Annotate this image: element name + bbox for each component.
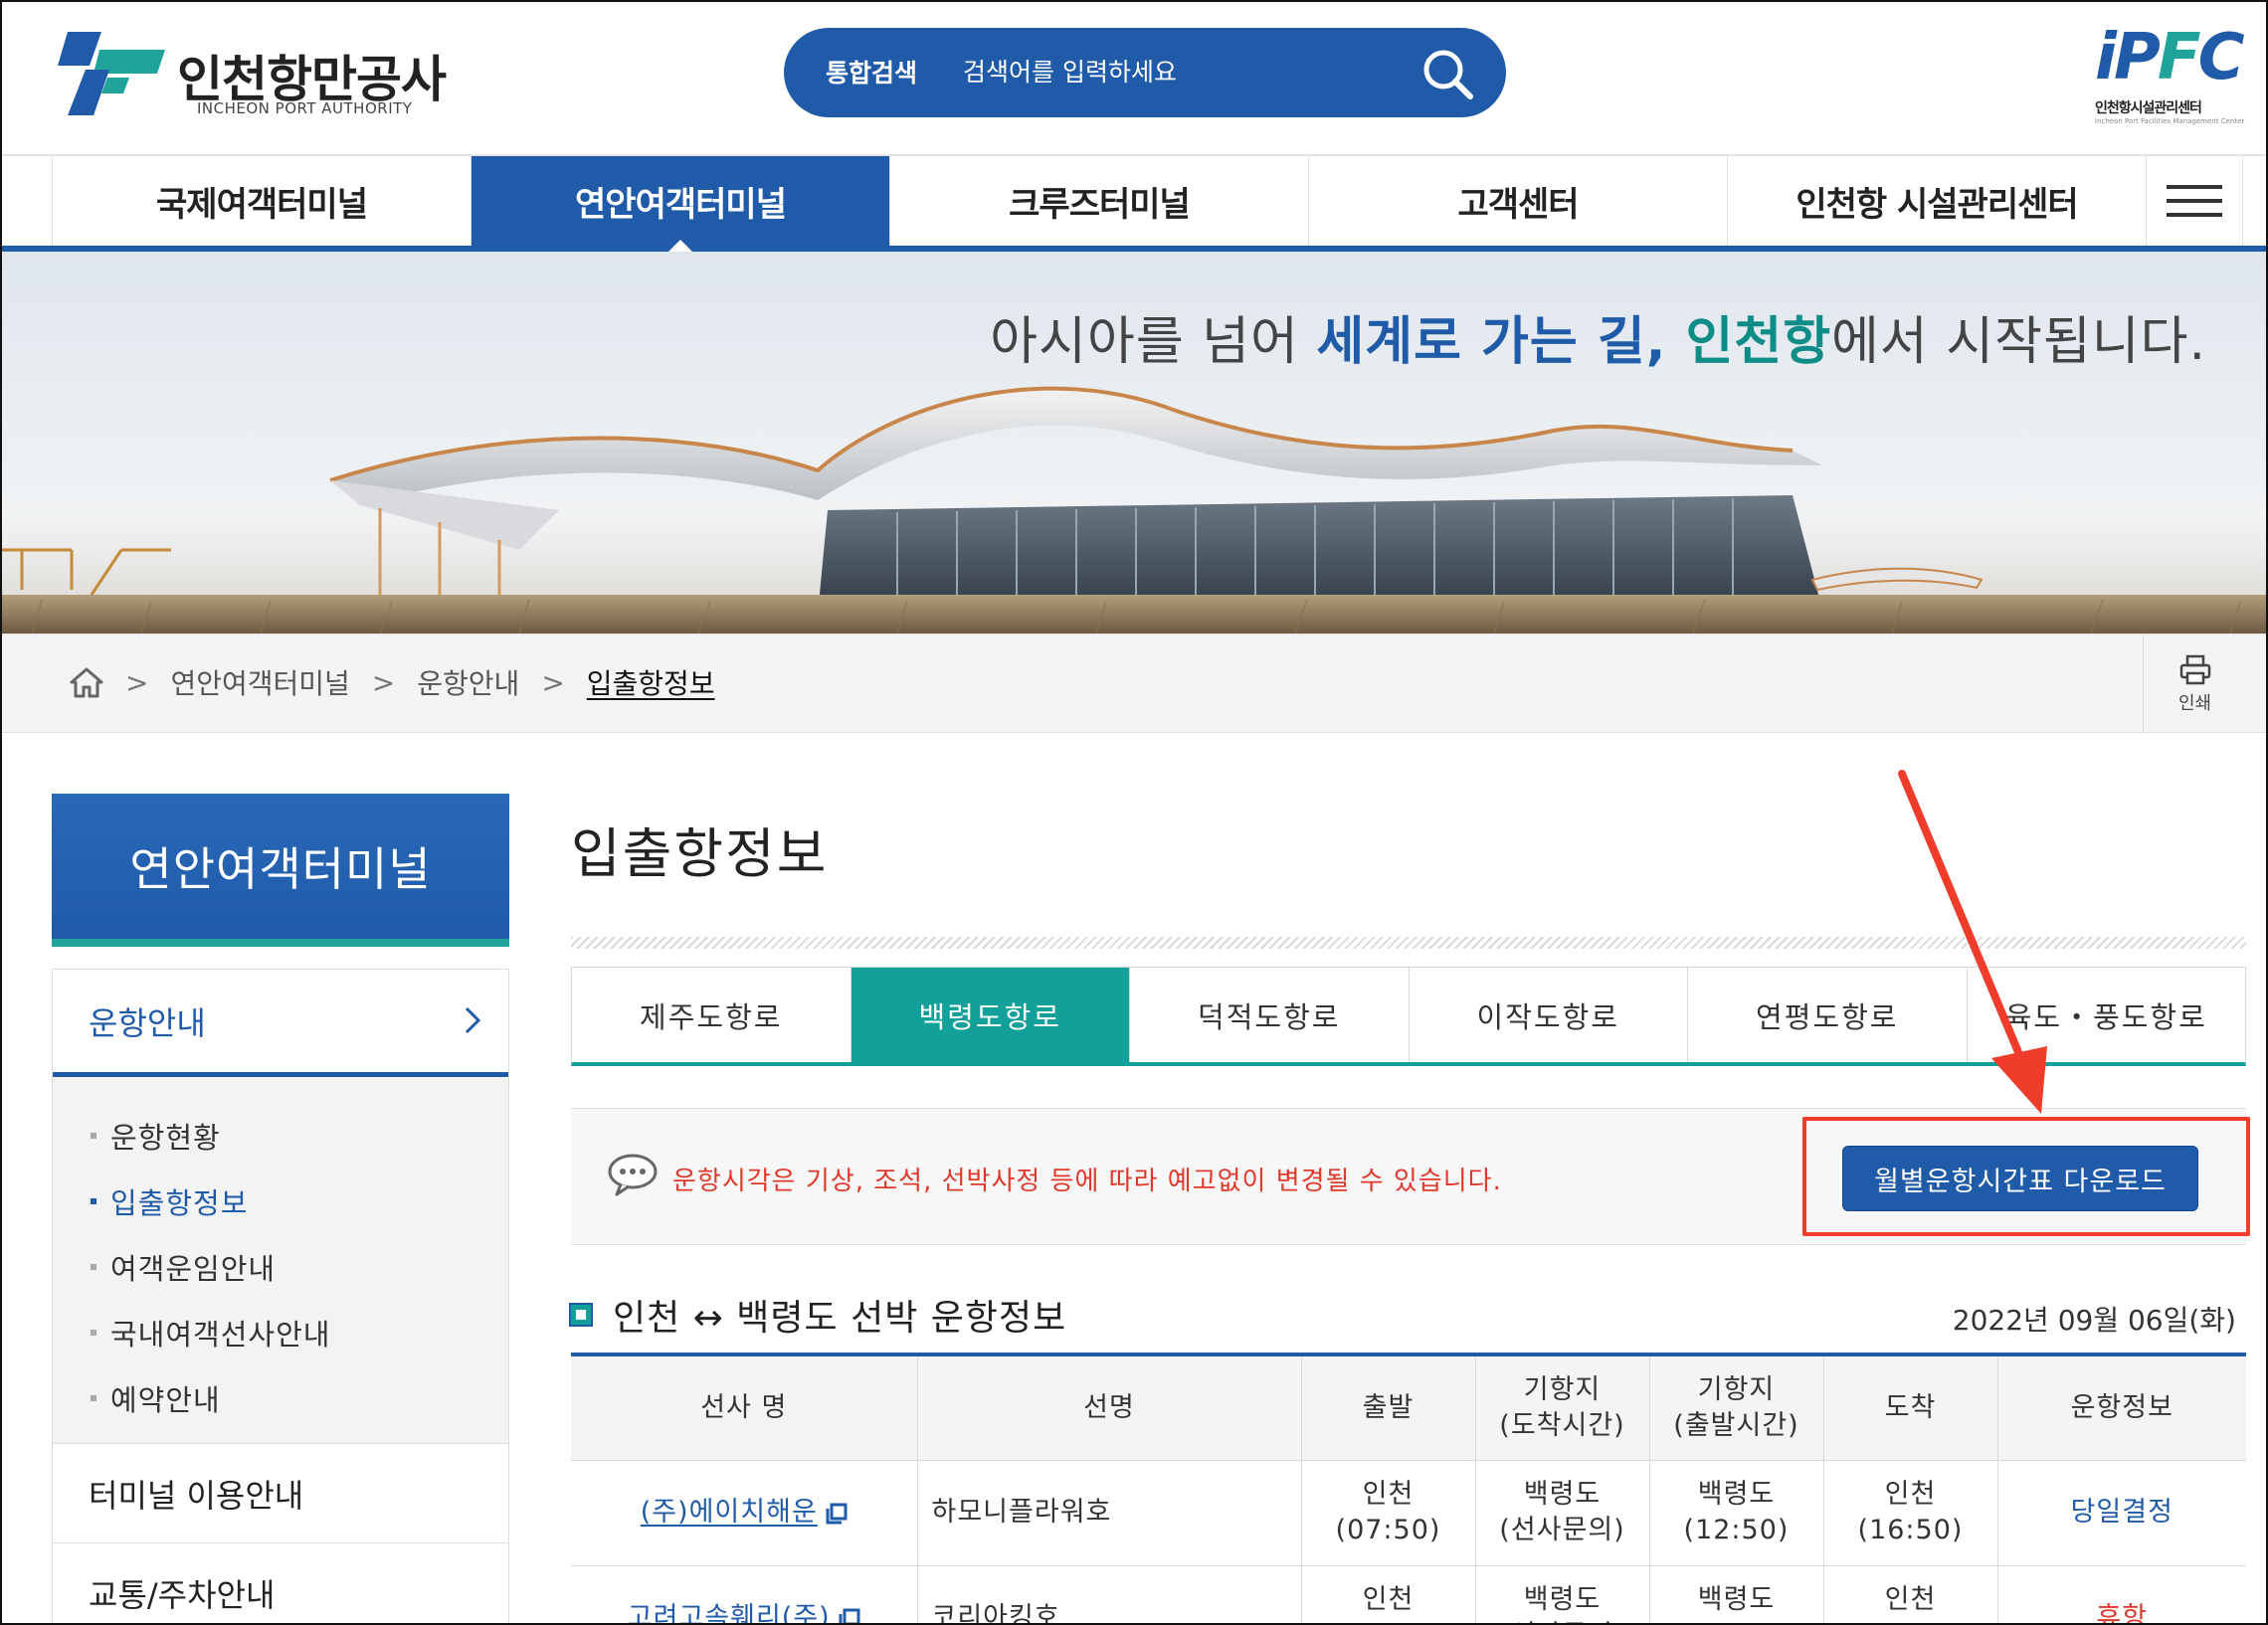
nav-item-coastal-terminal[interactable]: 연안여객터미널 [471,156,889,252]
sidebar-menu: 운항안내 운항현황 입출항정보 여객운임안내 국내여객선사안내 예약안내 터미널… [52,969,509,1623]
ipfc-logo-text: iPFC [2095,21,2245,94]
ipa-logo[interactable]: 인천항만공사 INCHEON PORT AUTHORITY [50,26,468,121]
annotation-highlight-box [1802,1117,2250,1236]
col-header-company: 선사 명 [571,1354,918,1461]
print-label: 인쇄 [2177,693,2212,714]
nav-item-cruise-terminal[interactable]: 크루즈터미널 [889,156,1308,246]
menu-button[interactable] [2146,156,2243,246]
ipfc-logo-sub: 인천항시설관리센터 [2095,100,2202,116]
hero-banner: 아시아를 넘어 세계로 가는 길, 인천항에서 시작됩니다. [2,252,2266,633]
arrive-time: 인천 (16:50) [1822,1459,1998,1566]
table-row: (주)에이치해운 하모니플라워호 인천 (07:50) 백령도 (선사문의) 백… [571,1459,2246,1566]
depart-time: 인천 (07:50) [1300,1459,1476,1566]
schedule-table: 선사 명 선명 출발 기항지 (도착시간) 기항지 (출발시간) 도착 운항정보… [571,1353,2246,1623]
logo-sub: INCHEON PORT AUTHORITY [197,99,413,117]
section-bullet-icon [569,1303,593,1327]
stop-arrive-time: 백령도 (선사문의) [1474,1564,1650,1623]
stop-arrive-time: 백령도 (선사문의) [1474,1459,1650,1566]
page-frame: 인천항만공사 INCHEON PORT AUTHORITY 통합검색 iPFC … [0,0,2268,1625]
chevron-right-icon: > [125,665,149,699]
sidebar-item-transport-parking[interactable]: 교통/주차안내 [53,1542,508,1623]
col-header-depart: 출발 [1300,1354,1476,1461]
search-button[interactable] [1418,45,1476,102]
page-title: 입출항정보 [571,822,829,885]
tab-jeju-route[interactable]: 제주도항로 [572,968,851,1062]
schedule-date: 2022년 09월 06일(화) [1952,1304,2236,1337]
notice-text: 운항시각은 기상, 조석, 선박사정 등에 따라 예고없이 변경될 수 있습니다… [672,1167,1502,1196]
ipfc-logo-sub-en: Incheon Port Facilities Management Cente… [2095,117,2245,125]
ship-name: 코리아킹호 [916,1564,1302,1623]
home-icon[interactable] [70,666,103,698]
search-label: 통합검색 [826,59,918,88]
sidebar-item-terminal-guide[interactable]: 터미널 이용안내 [53,1443,508,1542]
nav-item-customer-center[interactable]: 고객센터 [1308,156,1727,246]
route-tabs: 제주도항로 백령도항로 덕적도항로 이작도항로 연평도항로 육도・풍도항로 [571,967,2246,1066]
tab-baengnyeong-route[interactable]: 백령도항로 [850,968,1130,1062]
chevron-right-icon: > [541,665,565,699]
chevron-right-icon [465,1006,481,1034]
banner-slogan: 아시아를 넘어 세계로 가는 길, 인천항에서 시작됩니다. [990,312,2206,372]
stop-depart-time: 백령도 (13:30) [1648,1564,1824,1623]
search-bar: 통합검색 [784,28,1506,117]
nav-item-international-terminal[interactable]: 국제여객터미널 [52,156,471,246]
sidebar-item-operation[interactable]: 운항안내 [53,970,508,1077]
sidebar-title: 연안여객터미널 [52,794,509,947]
sidebar-subitem-reservation[interactable]: 예약안내 [53,1365,508,1431]
sidebar-subitem-carriers[interactable]: 국내여객선사안내 [53,1300,508,1365]
depart-time: 인천 (08:30) [1300,1564,1476,1623]
ship-name: 하모니플라워호 [916,1459,1302,1566]
status-badge: 휴항 [1996,1564,2246,1623]
tab-yeonpyeong-route[interactable]: 연평도항로 [1688,968,1968,1062]
nav-item-facility-center[interactable]: 인천항 시설관리센터 [1727,156,2146,246]
arrive-time: 인천 (17:30) [1822,1564,1998,1623]
ipa-logo-mark-icon [58,32,165,115]
table-row: 고려고속훼리(주) 코리아킹호 인천 (08:30) 백령도 (선사문의) 백령… [571,1564,2246,1623]
table-header-row: 선사 명 선명 출발 기항지 (도착시간) 기항지 (출발시간) 도착 운항정보 [571,1354,2246,1461]
company-link[interactable]: (주)에이치해운 [571,1459,918,1566]
external-link-icon [826,1503,848,1524]
col-header-arrive: 도착 [1822,1354,1998,1461]
speech-bubble-icon [608,1154,658,1196]
tab-deokjeok-route[interactable]: 덕적도항로 [1130,968,1410,1062]
stop-depart-time: 백령도 (12:50) [1648,1459,1824,1566]
breadcrumb-item-operation[interactable]: 운항안내 [417,662,519,702]
col-header-ship: 선명 [916,1354,1302,1461]
col-header-status: 운항정보 [1996,1354,2246,1461]
title-divider [571,937,2246,949]
print-icon [2179,654,2210,685]
sidebar-submenu: 운항현황 입출항정보 여객운임안내 국내여객선사안내 예약안내 [53,1077,508,1443]
chevron-right-icon: > [371,665,396,699]
menu-icon [2167,185,2222,217]
tab-yukdo-pungdo-route[interactable]: 육도・풍도항로 [1968,968,2246,1062]
print-button[interactable]: 인쇄 [2143,634,2246,734]
col-header-stop-depart: 기항지 (출발시간) [1648,1354,1824,1461]
search-icon [1423,50,1473,99]
main-nav: 국제여객터미널 연안여객터미널 크루즈터미널 고객센터 인천항 시설관리센터 [2,156,2266,252]
breadcrumb-bar: > 연안여객터미널 > 운항안내 > 입출항정보 인쇄 [2,633,2266,734]
search-input[interactable] [963,50,1391,93]
sidebar-subitem-status[interactable]: 운항현황 [53,1103,508,1169]
breadcrumb: > 연안여객터미널 > 운항안내 > 입출항정보 [70,662,715,702]
company-link[interactable]: 고려고속훼리(주) [571,1564,918,1623]
breadcrumb-item-coastal-terminal[interactable]: 연안여객터미널 [170,662,349,702]
external-link-icon [839,1608,860,1623]
sidebar-subitem-fares[interactable]: 여객운임안내 [53,1234,508,1300]
sidebar-subitem-schedule[interactable]: 입출항정보 [53,1169,508,1234]
col-header-stop-arrive: 기항지 (도착시간) [1474,1354,1650,1461]
site-header: 인천항만공사 INCHEON PORT AUTHORITY 통합검색 iPFC … [2,2,2266,156]
status-badge: 당일결정 [1996,1459,2246,1566]
tab-ijak-route[interactable]: 이작도항로 [1410,968,1688,1062]
sidebar-item-label: 운항안내 [89,1003,206,1042]
section-title: 인천 ↔ 백령도 선박 운항정보 [569,1289,1066,1341]
ipfc-logo[interactable]: iPFC 인천항시설관리센터 Incheon Port Facilities M… [2095,21,2245,125]
breadcrumb-item-current[interactable]: 입출항정보 [587,662,715,702]
